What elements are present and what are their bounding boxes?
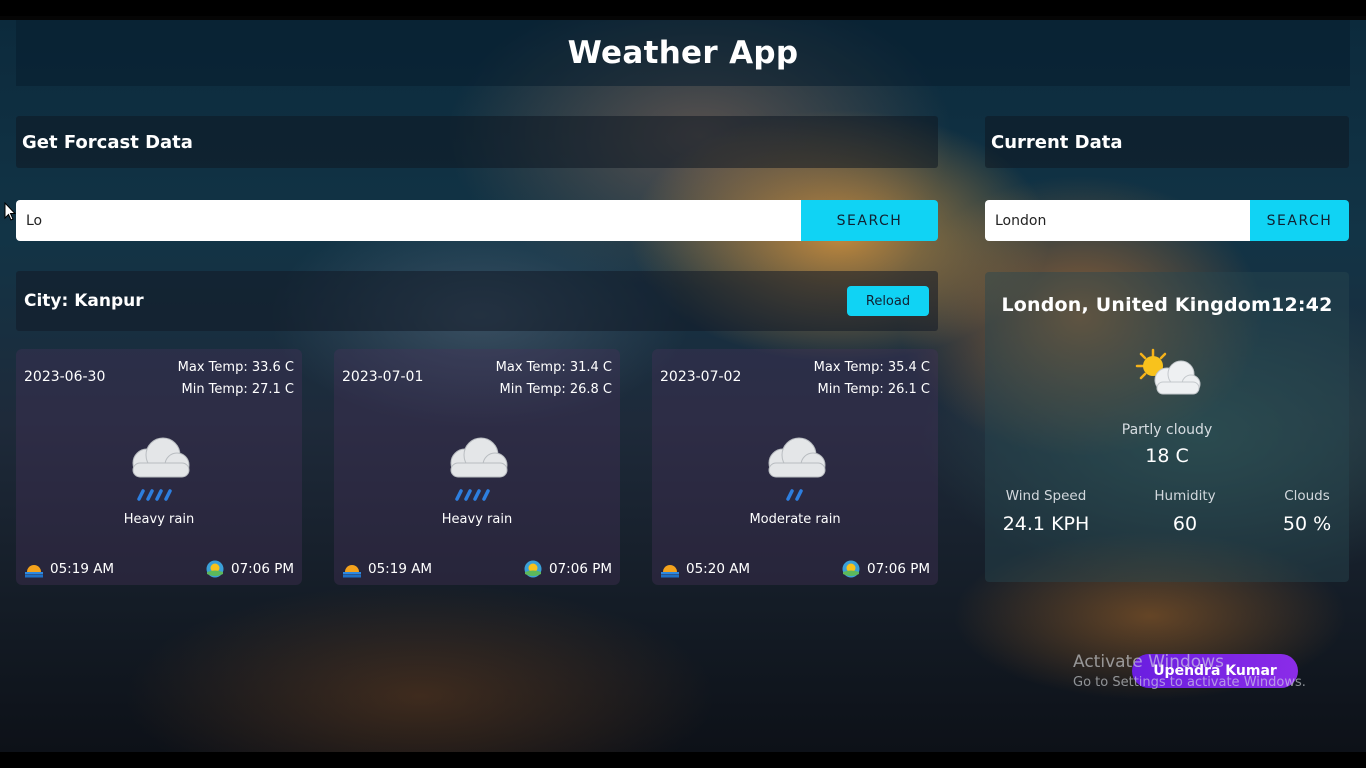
max-temp: Max Temp: 31.4 C	[495, 360, 612, 375]
forecast-condition: Heavy rain	[123, 512, 195, 527]
current-search-row: SEARCH	[985, 200, 1349, 241]
sunrise: 05:20 AM	[660, 560, 750, 578]
sunset: 07:06 PM	[841, 560, 930, 578]
sunrise: 05:19 AM	[24, 560, 114, 578]
sunrise-icon	[343, 565, 361, 578]
sunset-icon	[842, 560, 860, 578]
clouds-stat: Clouds 50 %	[1269, 488, 1345, 535]
forecast-card: 2023-07-02 Max Temp: 35.4 C Min Temp: 26…	[652, 349, 938, 585]
current-search-input[interactable]	[985, 200, 1250, 241]
sunrise-icon	[661, 565, 679, 578]
reload-button[interactable]: Reload	[847, 286, 929, 316]
sunrise-time: 05:20 AM	[686, 561, 751, 577]
current-temperature: 18 C	[1145, 445, 1189, 467]
city-bar: City: Kanpur Reload	[16, 271, 938, 331]
sunrise: 05:19 AM	[342, 560, 432, 578]
watermark-title: Activate Windows	[1073, 652, 1224, 672]
min-temp: Min Temp: 26.1 C	[817, 382, 930, 397]
activate-windows-watermark: Activate Windows Go to Settings to activ…	[1073, 652, 1306, 690]
forecast-temps: Max Temp: 33.6 C Min Temp: 27.1 C	[178, 357, 294, 401]
current-heading: Current Data	[991, 131, 1123, 153]
forecast-date: 2023-07-01	[342, 369, 424, 385]
wind-stat: Wind Speed 24.1 KPH	[1001, 488, 1091, 535]
forecast-temps: Max Temp: 35.4 C Min Temp: 26.1 C	[814, 357, 930, 401]
sunset-icon	[206, 560, 224, 578]
app-title: Weather App	[567, 35, 799, 71]
clouds-value: 50 %	[1282, 513, 1332, 535]
sunset-icon	[524, 560, 542, 578]
app-screen: Weather App Get Forcast Data SEARCH City…	[0, 16, 1366, 752]
max-temp: Max Temp: 33.6 C	[177, 360, 294, 375]
sunset: 07:06 PM	[523, 560, 612, 578]
forecast-heading-bar: Get Forcast Data	[16, 116, 938, 168]
current-weather-card: London, United Kingdom12:42 Partly cloud…	[985, 272, 1349, 582]
humidity-value: 60	[1172, 513, 1198, 535]
forecast-heading: Get Forcast Data	[22, 131, 193, 153]
moderate-rain-icon	[768, 437, 826, 501]
wind-value: 24.1 KPH	[1002, 513, 1090, 535]
min-temp: Min Temp: 27.1 C	[181, 382, 294, 397]
forecast-date: 2023-07-02	[660, 369, 742, 385]
heavy-rain-icon	[132, 437, 190, 501]
humidity-stat: Humidity 60	[1140, 488, 1230, 535]
forecast-card: 2023-06-30 Max Temp: 33.6 C Min Temp: 27…	[16, 349, 302, 585]
forecast-search-button[interactable]: SEARCH	[801, 200, 938, 241]
sunset-time: 07:06 PM	[231, 561, 294, 577]
city-label: City: Kanpur	[24, 291, 144, 311]
forecast-condition: Heavy rain	[441, 512, 513, 527]
current-location: London, United Kingdom12:42	[1001, 294, 1333, 316]
sunrise-icon	[25, 565, 43, 578]
heavy-rain-icon	[450, 437, 508, 501]
forecast-search-row: SEARCH	[16, 200, 938, 241]
sunset: 07:06 PM	[205, 560, 294, 578]
forecast-condition: Moderate rain	[749, 512, 841, 527]
sunrise-time: 05:19 AM	[50, 561, 115, 577]
sunrise-time: 05:19 AM	[368, 561, 433, 577]
watermark-subtitle: Go to Settings to activate Windows.	[1073, 675, 1306, 690]
current-condition: Partly cloudy	[1121, 422, 1213, 438]
forecast-temps: Max Temp: 31.4 C Min Temp: 26.8 C	[496, 357, 612, 401]
humidity-label: Humidity	[1154, 488, 1216, 504]
partly-cloudy-icon	[1135, 348, 1201, 395]
sunset-time: 07:06 PM	[549, 561, 612, 577]
max-temp: Max Temp: 35.4 C	[813, 360, 930, 375]
current-search-button[interactable]: SEARCH	[1250, 200, 1349, 241]
mouse-cursor-icon	[4, 202, 16, 221]
current-heading-bar: Current Data	[985, 116, 1349, 168]
wind-label: Wind Speed	[1005, 488, 1087, 504]
min-temp: Min Temp: 26.8 C	[499, 382, 612, 397]
forecast-search-input[interactable]	[16, 200, 801, 241]
clouds-label: Clouds	[1284, 488, 1330, 504]
sunset-time: 07:06 PM	[867, 561, 930, 577]
forecast-date: 2023-06-30	[24, 369, 106, 385]
forecast-card: 2023-07-01 Max Temp: 31.4 C Min Temp: 26…	[334, 349, 620, 585]
app-header: Weather App	[16, 20, 1350, 86]
